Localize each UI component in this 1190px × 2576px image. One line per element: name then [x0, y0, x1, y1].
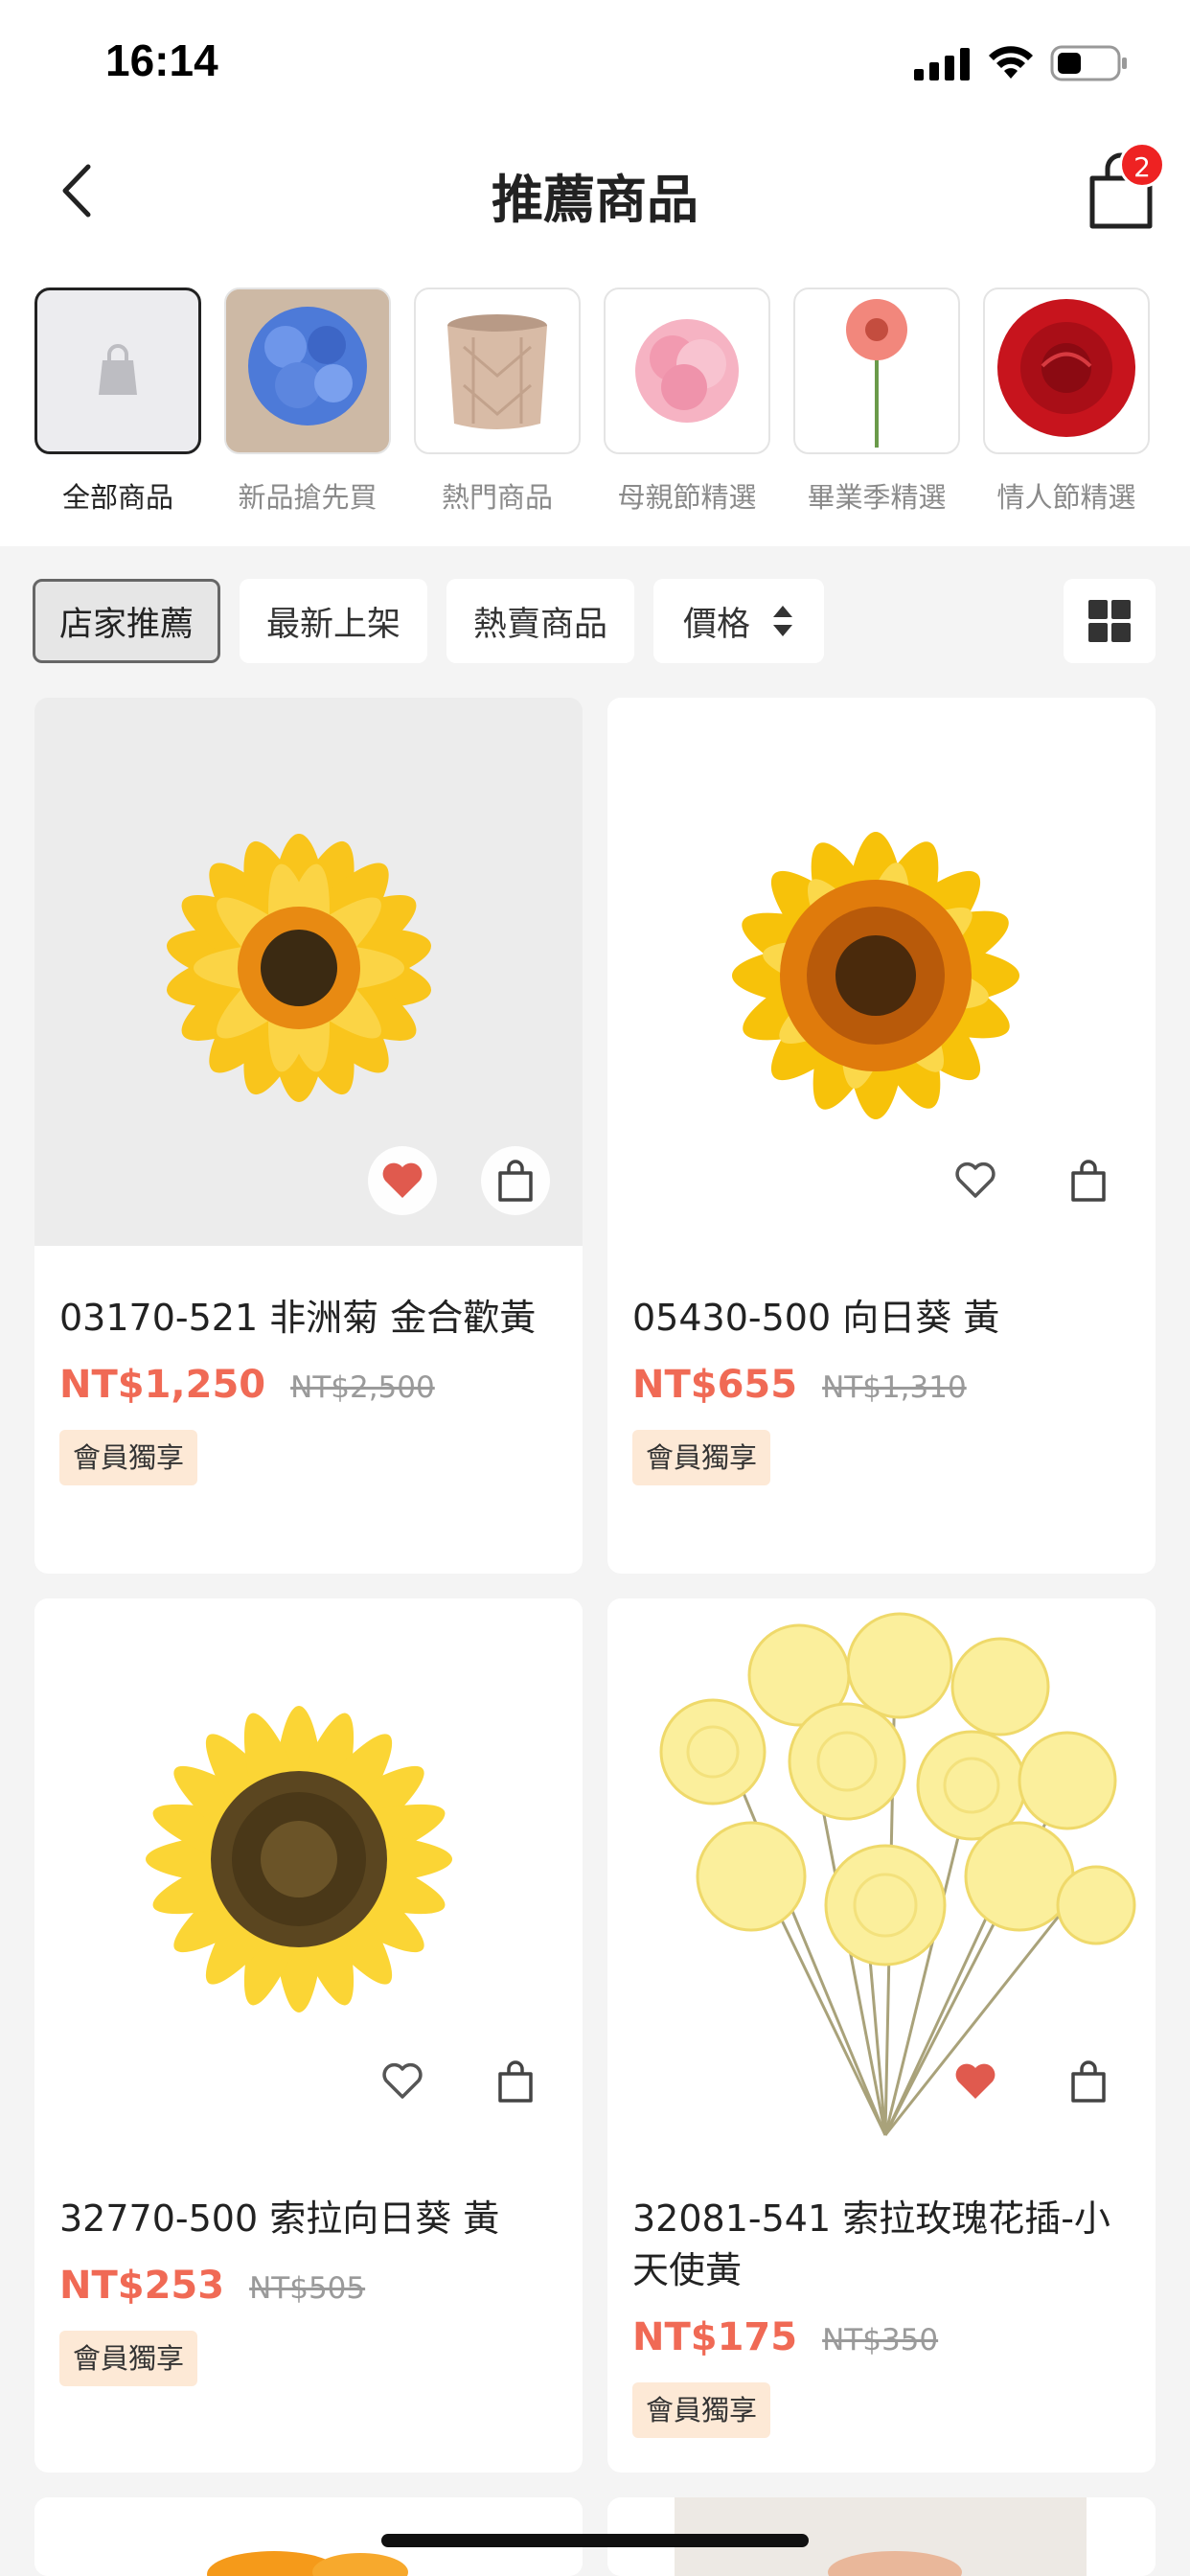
- sort-icon: [773, 606, 792, 636]
- product-price: NT$253: [59, 2264, 225, 2308]
- add-to-cart-button[interactable]: [481, 2047, 550, 2116]
- category-label: 熱門商品: [441, 481, 553, 514]
- category-thumb: [34, 288, 201, 454]
- product-original-price: NT$1,310: [822, 1370, 967, 1405]
- cart-count-badge: 2: [1119, 142, 1165, 188]
- product-price: NT$175: [632, 2315, 798, 2359]
- product-card[interactable]: 03170-521 非洲菊 金合歡黃 NT$1,250 NT$2,500 會員獨…: [34, 698, 583, 1574]
- grid-view-toggle[interactable]: [1064, 579, 1156, 663]
- member-exclusive-tag: 會員獨享: [59, 2331, 198, 2386]
- shopping-bag-icon: [1071, 1160, 1106, 1202]
- filter-best-selling[interactable]: 熱賣商品: [446, 579, 634, 663]
- battery-icon: [1050, 45, 1127, 81]
- heart-filled-icon: [382, 1162, 423, 1198]
- hydrangea-image: [226, 289, 389, 452]
- product-original-price: NT$350: [822, 2323, 939, 2358]
- product-price: NT$655: [632, 1363, 798, 1407]
- category-label: 新品搶先買: [238, 481, 378, 514]
- filter-price[interactable]: 價格: [653, 579, 824, 663]
- add-to-cart-button[interactable]: [1054, 1146, 1123, 1215]
- product-original-price: NT$2,500: [290, 1370, 435, 1405]
- product-image[interactable]: [607, 698, 1156, 1246]
- category-all[interactable]: 全部商品: [34, 288, 201, 516]
- signal-icon: [914, 48, 970, 80]
- shopping-bag-icon: [498, 1160, 533, 1202]
- shopping-bag-icon: [1071, 2060, 1106, 2103]
- product-original-price: NT$505: [249, 2271, 366, 2306]
- shopping-bag-icon: [498, 2060, 533, 2103]
- price-row: NT$655 NT$1,310: [632, 1363, 1131, 1407]
- grid-icon: [1088, 600, 1131, 642]
- category-strip: 全部商品 新品搶先買 熱門商品 母親節精選 畢業季精選 情人節精選: [0, 253, 1190, 546]
- product-name[interactable]: 32770-500 索拉向日葵 黃: [59, 2193, 558, 2244]
- product-image[interactable]: [34, 698, 583, 1246]
- category-graduation[interactable]: 畢業季精選: [793, 288, 960, 516]
- member-exclusive-tag: 會員獨享: [632, 1430, 771, 1485]
- price-row: NT$175 NT$350: [632, 2315, 1131, 2359]
- category-label: 情人節精選: [996, 481, 1136, 514]
- filter-store-pick[interactable]: 店家推薦: [33, 579, 220, 663]
- product-info: 32081-541 索拉玫瑰花插-小 天使黃 NT$175 NT$350 會員獨…: [607, 2147, 1156, 2465]
- page-title: 推薦商品: [492, 170, 698, 230]
- favorite-button[interactable]: [941, 1146, 1010, 1215]
- category-thumb: [224, 288, 391, 454]
- category-label: 全部商品: [61, 481, 173, 514]
- product-name[interactable]: 05430-500 向日葵 黃: [632, 1292, 1131, 1344]
- product-name[interactable]: 03170-521 非洲菊 金合歡黃: [59, 1292, 558, 1344]
- carnation-image: [635, 319, 739, 423]
- status-bar: 16:14: [0, 0, 1190, 128]
- product-image[interactable]: [34, 1598, 583, 2147]
- favorite-button[interactable]: [368, 1146, 437, 1215]
- product-image[interactable]: [607, 1598, 1156, 2147]
- heart-outline-icon: [382, 2062, 423, 2099]
- product-info: 03170-521 非洲菊 金合歡黃 NT$1,250 NT$2,500 會員獨…: [34, 1246, 583, 1512]
- favorite-button[interactable]: [941, 2047, 1010, 2116]
- add-to-cart-button[interactable]: [481, 1146, 550, 1215]
- category-valentines[interactable]: 情人節精選: [983, 288, 1150, 516]
- add-to-cart-button[interactable]: [1054, 2047, 1123, 2116]
- heart-outline-icon: [955, 1162, 995, 1198]
- rose-image: [997, 299, 1135, 437]
- category-thumb: [793, 288, 960, 454]
- filter-bar: 店家推薦 最新上架 熱賣商品 價格: [0, 546, 1190, 690]
- heart-filled-icon: [955, 2063, 995, 2099]
- product-info: 05430-500 向日葵 黃 NT$655 NT$1,310 會員獨享: [607, 1246, 1156, 1512]
- product-card[interactable]: 32081-541 索拉玫瑰花插-小 天使黃 NT$175 NT$350 會員獨…: [607, 1598, 1156, 2472]
- category-thumb: [983, 288, 1150, 454]
- member-exclusive-tag: 會員獨享: [632, 2382, 771, 2438]
- shopping-bag-icon: [99, 344, 137, 395]
- category-mothers-day[interactable]: 母親節精選: [604, 288, 770, 516]
- gerbera-image: [846, 299, 907, 448]
- product-card[interactable]: 32770-500 索拉向日葵 黃 NT$253 NT$505 會員獨享: [34, 1598, 583, 2472]
- product-name[interactable]: 32081-541 索拉玫瑰花插-小 天使黃: [632, 2193, 1131, 2296]
- nav-bar: 推薦商品 2: [0, 128, 1190, 253]
- product-price: NT$1,250: [59, 1363, 266, 1407]
- pot-image: [447, 314, 547, 429]
- home-indicator[interactable]: [381, 2534, 809, 2547]
- member-exclusive-tag: 會員獨享: [59, 1430, 198, 1485]
- status-time: 16:14: [105, 35, 218, 85]
- category-thumb: [604, 288, 770, 454]
- price-row: NT$1,250 NT$2,500: [59, 1363, 558, 1407]
- wifi-icon: [989, 46, 1033, 79]
- filter-price-label: 價格: [682, 605, 750, 644]
- category-label: 母親節精選: [617, 481, 757, 514]
- favorite-button[interactable]: [368, 2047, 437, 2116]
- category-new[interactable]: 新品搶先買: [224, 288, 391, 516]
- category-thumb: [414, 288, 581, 454]
- category-label: 畢業季精選: [807, 481, 947, 514]
- category-hot[interactable]: 熱門商品: [414, 288, 581, 516]
- product-card[interactable]: 05430-500 向日葵 黃 NT$655 NT$1,310 會員獨享: [607, 698, 1156, 1574]
- filter-newest[interactable]: 最新上架: [240, 579, 427, 663]
- price-row: NT$253 NT$505: [59, 2264, 558, 2308]
- product-info: 32770-500 索拉向日葵 黃 NT$253 NT$505 會員獨享: [34, 2147, 583, 2413]
